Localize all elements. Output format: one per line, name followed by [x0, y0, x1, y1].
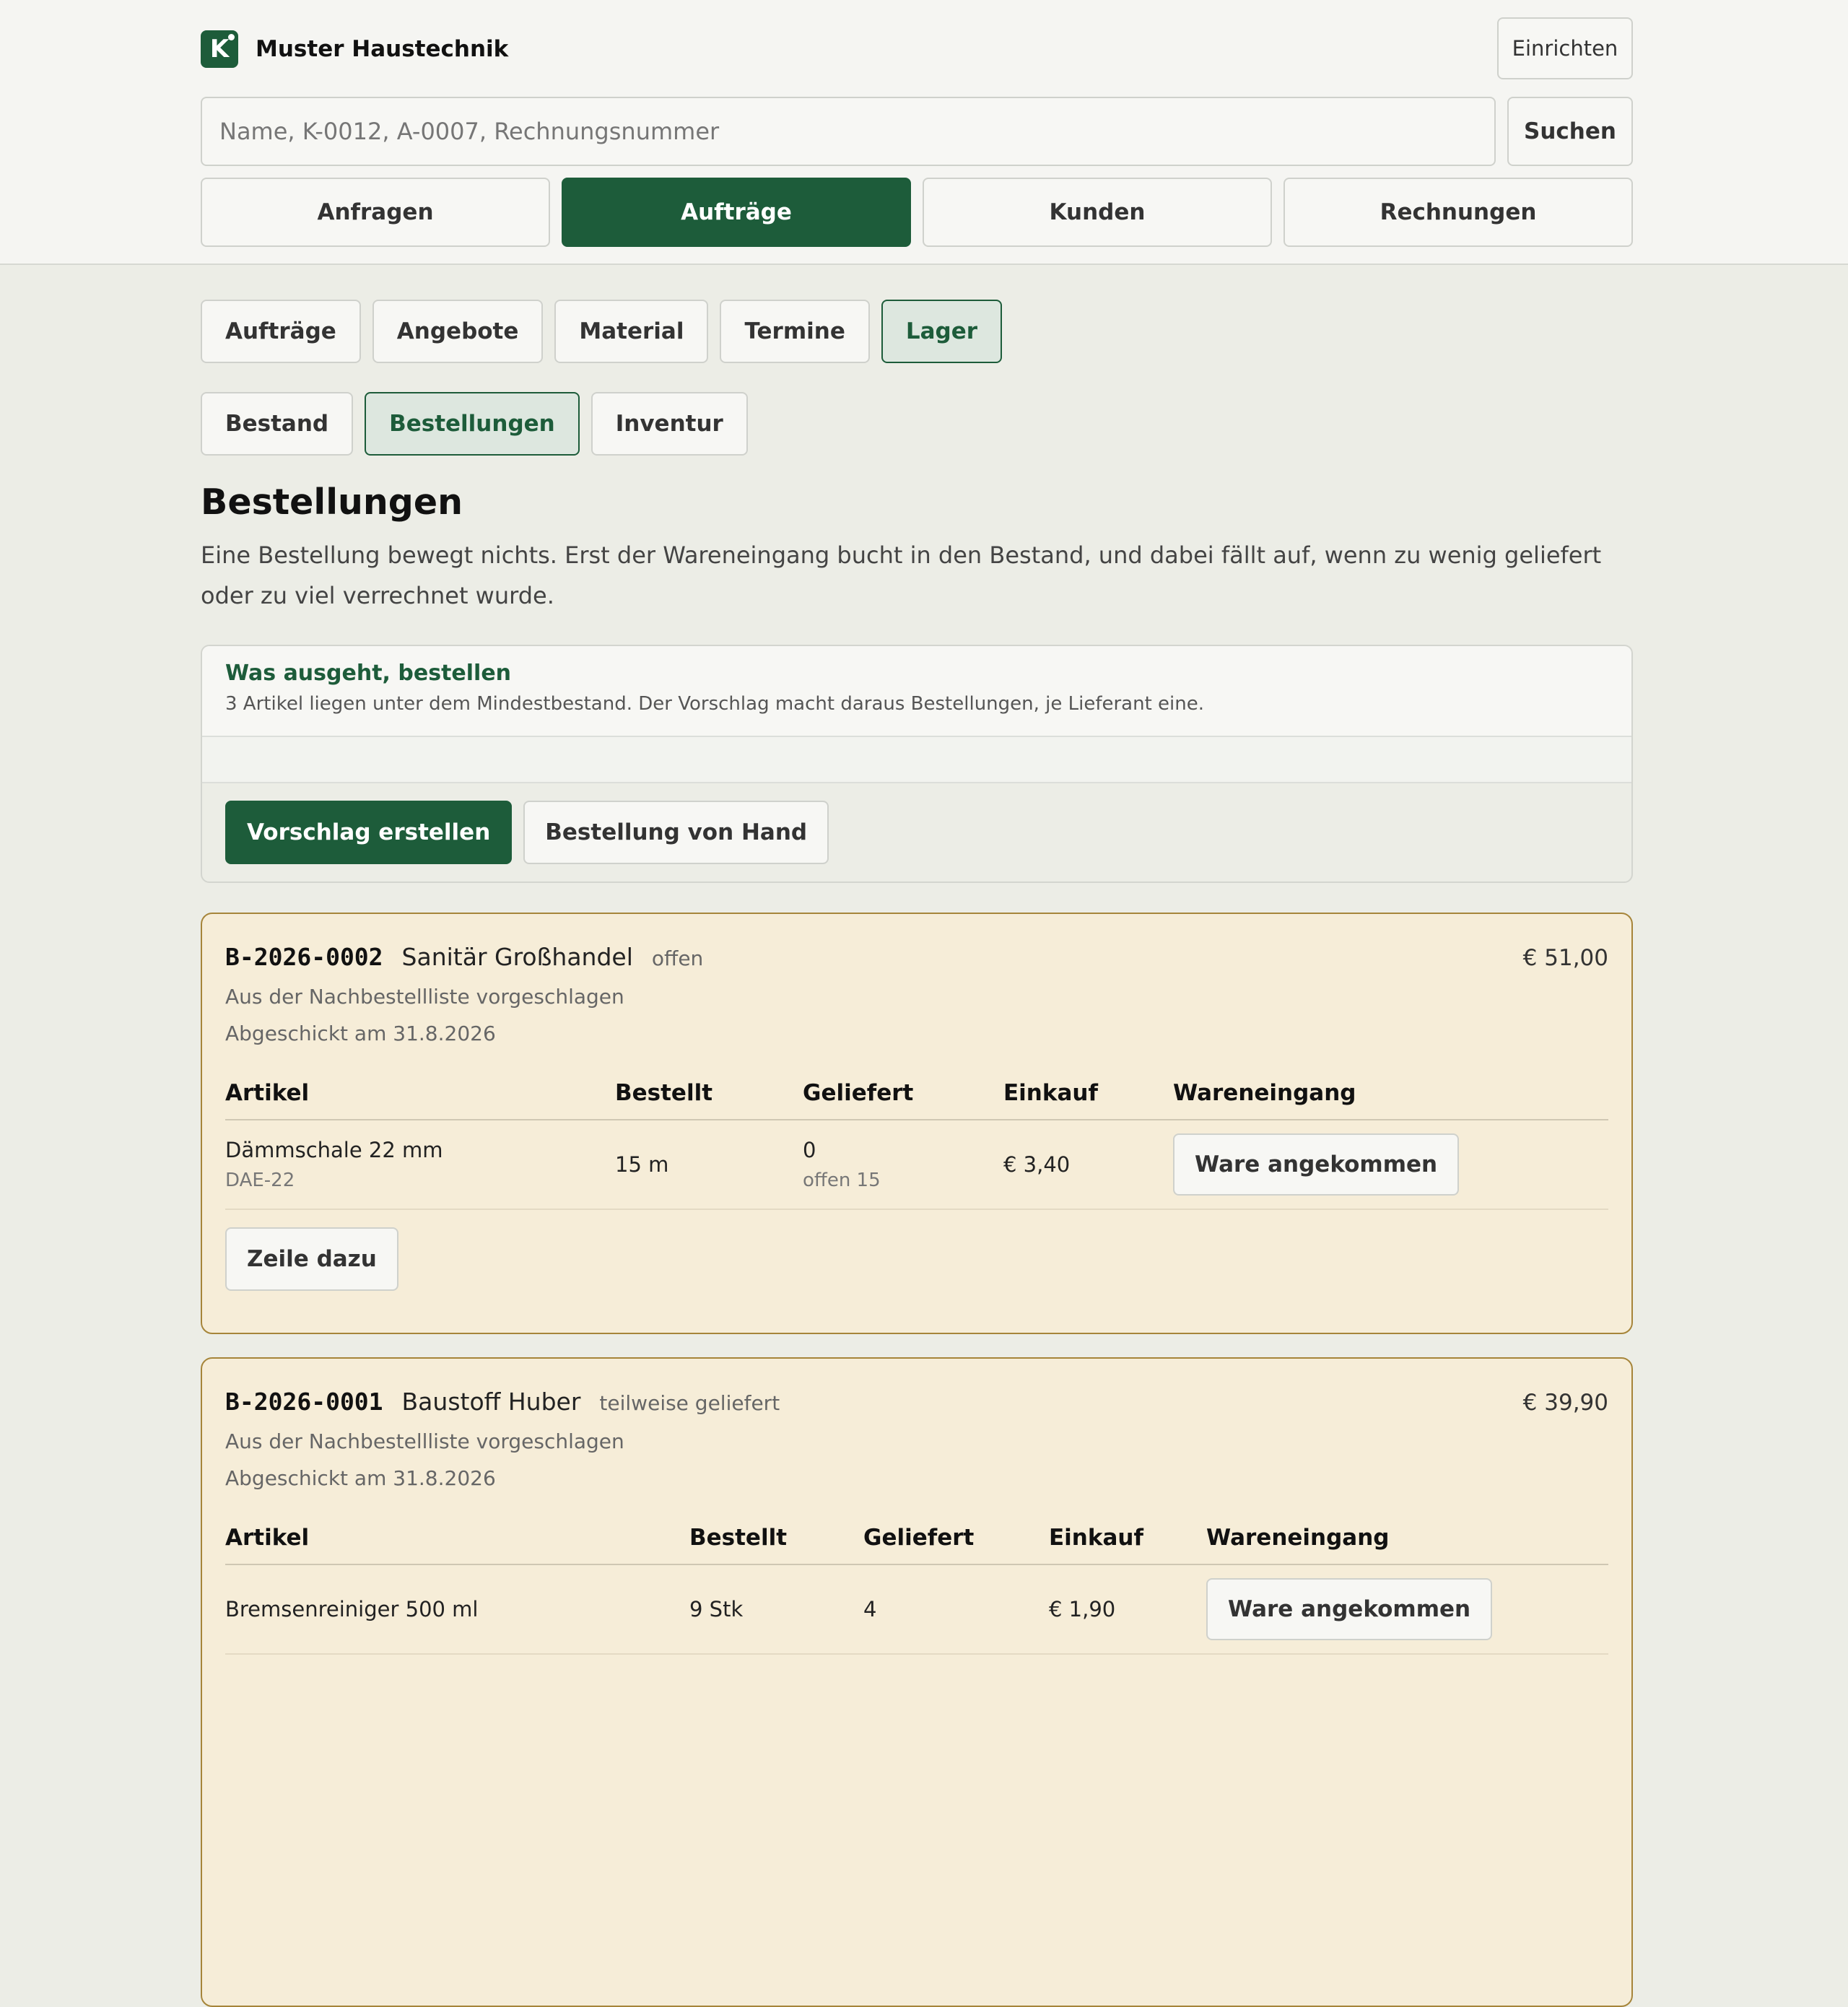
item-delivered-qty: 4	[863, 1597, 877, 1621]
section-tab-angebote[interactable]: Angebote	[372, 300, 544, 363]
brand-name: Muster Haustechnik	[256, 36, 509, 62]
order-header: B-2026-0002 Sanitär Großhandel offen € 5…	[225, 943, 1608, 975]
item-sku: DAE-22	[225, 1170, 295, 1191]
item-receipt: Ware angekommen	[1206, 1564, 1608, 1655]
status-badge: teilweise geliefert	[599, 1391, 780, 1415]
page-intro: Eine Bestellung bewegt nichts. Erst der …	[201, 541, 1602, 609]
goods-received-button[interactable]: Ware angekommen	[1173, 1133, 1460, 1196]
item-ordered: 9 Stk	[689, 1564, 863, 1655]
main-navigation: Anfragen Aufträge Kunden Rechnungen	[201, 178, 1633, 247]
main-tab-rechnungen[interactable]: Rechnungen	[1283, 178, 1633, 247]
manual-order-button[interactable]: Bestellung von Hand	[523, 801, 829, 864]
main-tab-auftraege[interactable]: Aufträge	[562, 178, 911, 247]
suggestion-subtitle: 3 Artikel liegen unter dem Mindestbestan…	[225, 693, 1205, 715]
section-tabs: Aufträge Angebote Material Termine Lager	[201, 300, 1003, 363]
column-header-delivered: Geliefert	[803, 1067, 1003, 1120]
table-header-row: Artikel Bestellt Geliefert Einkauf Waren…	[225, 1512, 1608, 1565]
column-header-ordered: Bestellt	[615, 1067, 803, 1120]
search-button[interactable]: Suchen	[1507, 97, 1633, 166]
column-header-receipt: Wareneingang	[1206, 1512, 1608, 1565]
item-open-qty: offen 15	[803, 1170, 881, 1191]
order-sent-date: Abgeschickt am 31.8.2026	[225, 1466, 496, 1490]
goods-received-button[interactable]: Ware angekommen	[1206, 1578, 1493, 1640]
page-title: Bestellungen	[201, 482, 463, 523]
column-header-receipt: Wareneingang	[1173, 1067, 1608, 1120]
order-number[interactable]: B-2026-0001	[225, 1388, 383, 1416]
order-supplier: Baustoff Huber	[401, 1388, 581, 1416]
order-total: € 39,90	[1522, 1390, 1608, 1416]
column-header-purchase: Einkauf	[1003, 1067, 1173, 1120]
order-card: B-2026-0001 Baustoff Huber teilweise gel…	[201, 1357, 1633, 2007]
suggestion-header: Was ausgeht, bestellen 3 Artikel liegen …	[202, 646, 1631, 737]
column-header-article: Artikel	[225, 1067, 615, 1120]
item-receipt: Ware angekommen	[1173, 1120, 1608, 1210]
brand[interactable]: K Muster Haustechnik	[201, 30, 508, 68]
order-card: B-2026-0002 Sanitär Großhandel offen € 5…	[201, 913, 1633, 1334]
sub-tab-bestand[interactable]: Bestand	[201, 392, 354, 456]
item-delivered: 4	[863, 1564, 1049, 1655]
top-bar: K Muster Haustechnik Einrichten Suchen A…	[0, 0, 1848, 265]
reorder-suggestion-panel: Was ausgeht, bestellen 3 Artikel liegen …	[201, 645, 1633, 883]
section-tab-termine[interactable]: Termine	[720, 300, 870, 363]
item-price: € 1,90	[1049, 1564, 1206, 1655]
order-items-table: Artikel Bestellt Geliefert Einkauf Waren…	[225, 1067, 1608, 1210]
table-header-row: Artikel Bestellt Geliefert Einkauf Waren…	[225, 1067, 1608, 1120]
search-input[interactable]	[201, 97, 1496, 166]
setup-button[interactable]: Einrichten	[1497, 17, 1633, 79]
section-tab-auftraege[interactable]: Aufträge	[201, 300, 361, 363]
order-source: Aus der Nachbestellliste vorgeschlagen	[225, 985, 624, 1009]
item-price: € 3,40	[1003, 1120, 1173, 1210]
sub-tab-bestellungen[interactable]: Bestellungen	[365, 392, 580, 456]
item-article: Bremsenreiniger 500 ml	[225, 1564, 689, 1655]
order-total: € 51,00	[1522, 945, 1608, 971]
section-tab-lager[interactable]: Lager	[881, 300, 1003, 363]
suggestion-divider	[202, 737, 1631, 783]
app-logo-icon: K	[201, 30, 238, 68]
search-bar: Suchen	[201, 97, 1633, 166]
column-header-ordered: Bestellt	[689, 1512, 863, 1565]
order-number[interactable]: B-2026-0002	[225, 943, 383, 971]
item-delivered: 0 offen 15	[803, 1120, 1003, 1210]
table-row: Bremsenreiniger 500 ml 9 Stk 4 € 1,90 Wa…	[225, 1564, 1608, 1655]
suggestion-title: Was ausgeht, bestellen	[225, 661, 512, 686]
column-header-article: Artikel	[225, 1512, 689, 1565]
column-header-purchase: Einkauf	[1049, 1512, 1206, 1565]
status-badge: offen	[651, 946, 704, 970]
order-sent-date: Abgeschickt am 31.8.2026	[225, 1022, 496, 1045]
order-header: B-2026-0001 Baustoff Huber teilweise gel…	[225, 1388, 1608, 1419]
item-name: Dämmschale 22 mm	[225, 1138, 443, 1162]
main-tab-kunden[interactable]: Kunden	[923, 178, 1272, 247]
order-source: Aus der Nachbestellliste vorgeschlagen	[225, 1429, 624, 1453]
main-tab-anfragen[interactable]: Anfragen	[201, 178, 550, 247]
item-article: Dämmschale 22 mm DAE-22	[225, 1120, 615, 1210]
column-header-delivered: Geliefert	[863, 1512, 1049, 1565]
sub-tabs: Bestand Bestellungen Inventur	[201, 392, 748, 456]
sub-tab-inventur[interactable]: Inventur	[590, 392, 748, 456]
create-suggestion-button[interactable]: Vorschlag erstellen	[225, 801, 513, 864]
section-tab-material[interactable]: Material	[554, 300, 709, 363]
item-ordered: 15 m	[615, 1120, 803, 1210]
item-name: Bremsenreiniger 500 ml	[225, 1597, 479, 1621]
suggestion-actions: Vorschlag erstellen Bestellung von Hand	[202, 783, 1631, 881]
order-items-table: Artikel Bestellt Geliefert Einkauf Waren…	[225, 1512, 1608, 1655]
add-line-button[interactable]: Zeile dazu	[225, 1227, 398, 1291]
order-supplier: Sanitär Großhandel	[401, 943, 633, 971]
item-delivered-qty: 0	[803, 1138, 816, 1162]
table-row: Dämmschale 22 mm DAE-22 15 m 0 offen 15 …	[225, 1120, 1608, 1210]
